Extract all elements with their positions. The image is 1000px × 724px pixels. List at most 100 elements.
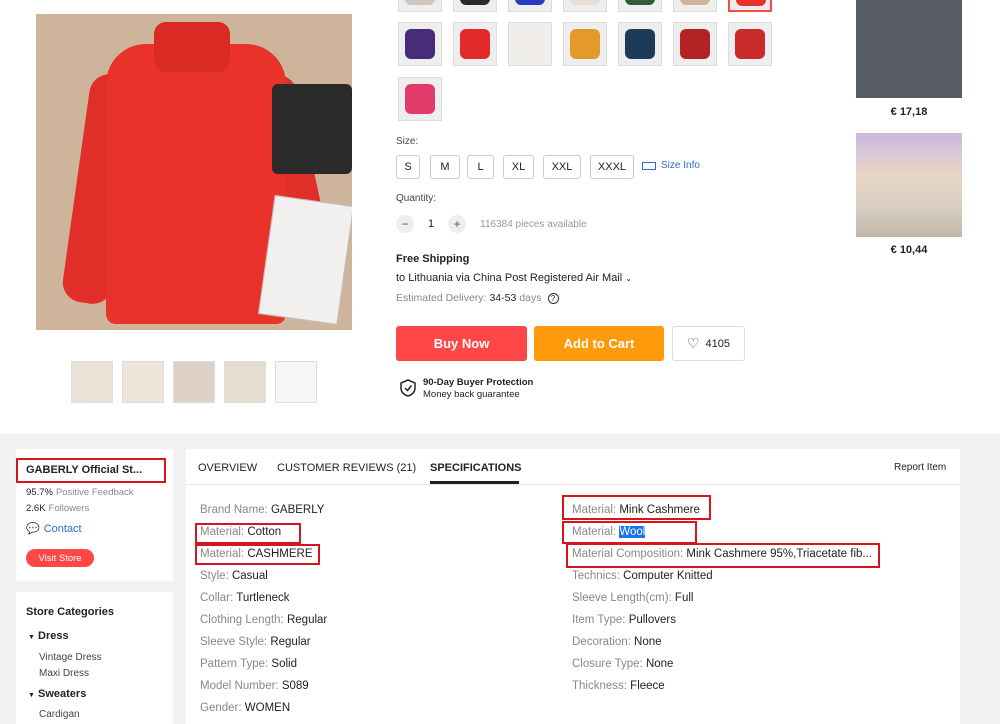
spec-row: Model Number: S089 bbox=[200, 680, 309, 692]
category-maxi-dress[interactable]: Maxi Dress bbox=[39, 668, 89, 679]
product-main-image bbox=[36, 14, 352, 330]
chevron-down-icon: ⌄ bbox=[625, 273, 632, 283]
color-swatch[interactable] bbox=[618, 0, 662, 12]
store-followers: 2.6K Followers bbox=[26, 503, 89, 514]
related-item-price-1: € 17,18 bbox=[890, 106, 928, 118]
spec-highlight-composition bbox=[566, 543, 880, 568]
spec-key: Closure Type: bbox=[572, 658, 643, 670]
color-swatch-sample bbox=[680, 0, 710, 5]
color-swatch-sample bbox=[460, 0, 490, 5]
color-swatch-sample bbox=[625, 29, 655, 59]
estimated-delivery: Estimated Delivery: 34-53 days ? bbox=[396, 292, 559, 304]
color-swatch[interactable] bbox=[398, 0, 442, 12]
category-sweaters[interactable]: ▼ Sweaters bbox=[28, 688, 86, 700]
sweater-body bbox=[106, 44, 286, 324]
color-swatch[interactable] bbox=[728, 22, 772, 66]
spec-value: S089 bbox=[281, 680, 309, 692]
spec-key: Technics: bbox=[572, 570, 620, 582]
color-swatch[interactable] bbox=[453, 22, 497, 66]
spec-key: Collar: bbox=[200, 592, 234, 604]
visit-store-button[interactable]: Visit Store bbox=[26, 549, 94, 567]
buy-now-button[interactable]: Buy Now bbox=[396, 326, 527, 361]
quantity-value[interactable]: 1 bbox=[428, 218, 434, 230]
product-thumbnail-5[interactable] bbox=[275, 361, 317, 403]
color-swatch[interactable] bbox=[673, 22, 717, 66]
color-swatch-sample bbox=[405, 0, 435, 5]
spec-value: Full bbox=[674, 592, 694, 604]
color-swatch[interactable] bbox=[453, 0, 497, 12]
size-option-s[interactable]: S bbox=[396, 155, 420, 179]
color-swatch[interactable] bbox=[398, 22, 442, 66]
size-option-l[interactable]: L bbox=[467, 155, 494, 179]
tabs-divider bbox=[186, 484, 960, 485]
tab-specifications[interactable]: SPECIFICATIONS bbox=[430, 462, 521, 474]
color-swatch[interactable] bbox=[508, 22, 552, 66]
spec-key: Item Type: bbox=[572, 614, 626, 626]
quantity-label: Quantity: bbox=[396, 193, 437, 204]
tab-customer-reviews[interactable]: CUSTOMER REVIEWS (21) bbox=[277, 462, 416, 474]
product-thumbnail-2[interactable] bbox=[122, 361, 164, 403]
store-feedback-label: Positive Feedback bbox=[55, 487, 134, 498]
spec-value: Computer Knitted bbox=[623, 570, 713, 582]
buyer-protection-subtitle: Money back guarantee bbox=[423, 389, 520, 400]
wishlist-button[interactable]: ♡ 4105 bbox=[672, 326, 745, 361]
size-option-xxl[interactable]: XXL bbox=[543, 155, 581, 179]
spec-key: Decoration: bbox=[572, 636, 631, 648]
spec-key: Gender: bbox=[200, 702, 242, 714]
estimated-delivery-label: Estimated Delivery: bbox=[396, 292, 487, 304]
magazine-prop bbox=[258, 195, 352, 325]
quantity-decrease-button[interactable]: − bbox=[396, 215, 414, 233]
quantity-increase-button[interactable]: + bbox=[448, 215, 467, 233]
spec-row: Gender: WOMEN bbox=[200, 702, 290, 714]
size-info-label: Size Info bbox=[661, 160, 700, 171]
spec-key: Brand Name: bbox=[200, 504, 268, 516]
color-swatch[interactable] bbox=[618, 22, 662, 66]
shipping-title: Free Shipping bbox=[396, 253, 470, 265]
size-option-xl[interactable]: XL bbox=[503, 155, 534, 179]
color-swatch[interactable] bbox=[398, 77, 442, 121]
related-item-image-1[interactable] bbox=[856, 0, 962, 98]
store-followers-label: Followers bbox=[48, 503, 90, 514]
spec-row: Clothing Length: Regular bbox=[200, 614, 327, 626]
contact-link[interactable]: 💬 Contact bbox=[26, 522, 82, 536]
spec-row: Sleeve Length(cm): Full bbox=[572, 592, 693, 604]
add-to-cart-button[interactable]: Add to Cart bbox=[534, 326, 664, 361]
size-option-m[interactable]: M bbox=[430, 155, 460, 179]
caret-down-icon: ▼ bbox=[28, 692, 35, 699]
color-swatch[interactable] bbox=[563, 22, 607, 66]
color-swatch[interactable] bbox=[508, 0, 552, 12]
color-swatch-sample bbox=[405, 29, 435, 59]
size-option-xxxl[interactable]: XXXL bbox=[590, 155, 634, 179]
color-swatch-sample bbox=[736, 0, 766, 6]
color-swatch[interactable] bbox=[728, 0, 772, 12]
spec-key: Pattern Type: bbox=[200, 658, 269, 670]
report-item-link[interactable]: Report Item bbox=[894, 462, 946, 473]
chat-icon: 💬 bbox=[26, 523, 40, 535]
related-item-image-2[interactable] bbox=[856, 133, 962, 237]
spec-value: GABERLY bbox=[270, 504, 325, 516]
spec-value: Pullovers bbox=[628, 614, 676, 626]
color-swatch-sample bbox=[460, 29, 490, 59]
sweater-collar bbox=[154, 22, 230, 72]
spec-key: Sleeve Length(cm): bbox=[572, 592, 672, 604]
category-vintage-dress[interactable]: Vintage Dress bbox=[39, 652, 102, 663]
size-info-link[interactable]: Size Info bbox=[642, 160, 700, 171]
category-cardigan[interactable]: Cardigan bbox=[39, 709, 80, 720]
color-swatch-sample bbox=[515, 0, 545, 5]
spec-row: Brand Name: GABERLY bbox=[200, 504, 324, 516]
product-thumbnail-1[interactable] bbox=[71, 361, 113, 403]
shipping-method[interactable]: to Lithuania via China Post Registered A… bbox=[396, 272, 632, 284]
color-swatch[interactable] bbox=[563, 0, 607, 12]
category-dress[interactable]: ▼ Dress bbox=[28, 630, 69, 642]
store-name[interactable]: GABERLY Official St... bbox=[26, 464, 142, 476]
color-swatch-sample bbox=[405, 84, 435, 114]
handbag-prop bbox=[272, 84, 352, 174]
product-thumbnail-3[interactable] bbox=[173, 361, 215, 403]
store-feedback-value: 95.7% bbox=[26, 487, 53, 498]
product-thumbnail-4[interactable] bbox=[224, 361, 266, 403]
tab-overview[interactable]: OVERVIEW bbox=[198, 462, 257, 474]
spec-row: Sleeve Style: Regular bbox=[200, 636, 311, 648]
help-icon[interactable]: ? bbox=[547, 292, 559, 304]
color-swatch[interactable] bbox=[673, 0, 717, 12]
shipping-method-text: to Lithuania via China Post Registered A… bbox=[396, 272, 623, 284]
